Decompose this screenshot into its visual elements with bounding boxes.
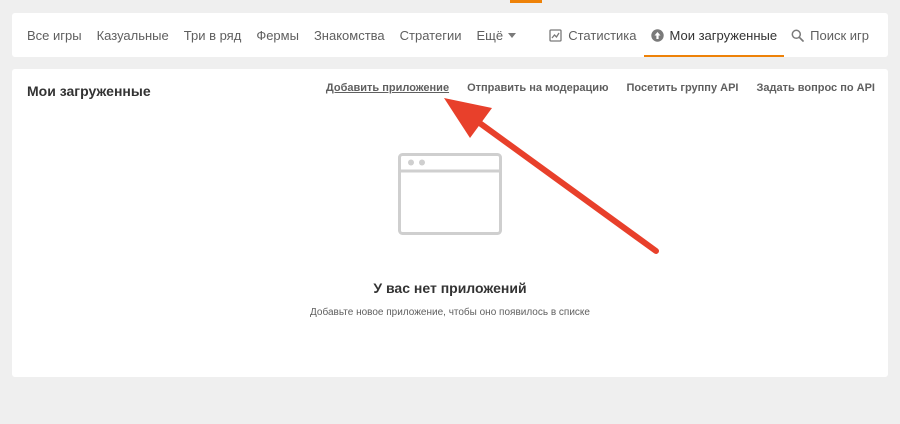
tab-search-games-label: Поиск игр: [810, 27, 869, 43]
add-app-link[interactable]: Добавить приложение: [326, 82, 449, 94]
nav-strategies[interactable]: Стратегии: [400, 28, 462, 43]
empty-state-subtitle: Добавьте новое приложение, чтобы оно поя…: [310, 307, 590, 318]
ask-api-question-link[interactable]: Задать вопрос по API: [756, 82, 875, 94]
send-to-moderation-link[interactable]: Отправить на модерацию: [467, 82, 608, 94]
tab-statistics[interactable]: Статистика: [542, 13, 643, 57]
search-icon: [791, 29, 804, 42]
nav-farms[interactable]: Фермы: [256, 28, 299, 43]
caret-down-icon: [508, 33, 517, 38]
section-tabs: Статистика Мои загруженные Поиск игр: [542, 13, 876, 57]
my-uploaded-panel: Мои загруженные Добавить приложение Отпр…: [12, 69, 888, 377]
nav-match-three[interactable]: Три в ряд: [184, 28, 242, 43]
tab-my-uploaded[interactable]: Мои загруженные: [643, 13, 785, 57]
tab-search-games[interactable]: Поиск игр: [784, 13, 876, 57]
top-accent-bar: [510, 0, 542, 3]
category-menu: Все игры Казуальные Три в ряд Фермы Знак…: [27, 13, 531, 57]
upload-circle-icon: [650, 28, 664, 42]
page-title: Мои загруженные: [27, 83, 151, 99]
nav-casual[interactable]: Казуальные: [97, 28, 169, 43]
nav-all-games[interactable]: Все игры: [27, 28, 82, 43]
tab-statistics-label: Статистика: [568, 27, 637, 43]
empty-state-title: У вас нет приложений: [373, 280, 527, 296]
tab-my-uploaded-label: Мои загруженные: [669, 27, 778, 43]
chart-icon: [549, 28, 562, 42]
nav-more-dropdown[interactable]: Ещё: [476, 27, 517, 43]
panel-action-links: Добавить приложение Отправить на модерац…: [308, 82, 875, 94]
games-navigation-bar: Все игры Казуальные Три в ряд Фермы Знак…: [12, 13, 888, 57]
nav-more-label: Ещё: [476, 27, 504, 43]
browser-window-icon: [398, 153, 502, 235]
nav-dating[interactable]: Знакомства: [314, 28, 385, 43]
visit-api-group-link[interactable]: Посетить группу API: [626, 82, 738, 94]
